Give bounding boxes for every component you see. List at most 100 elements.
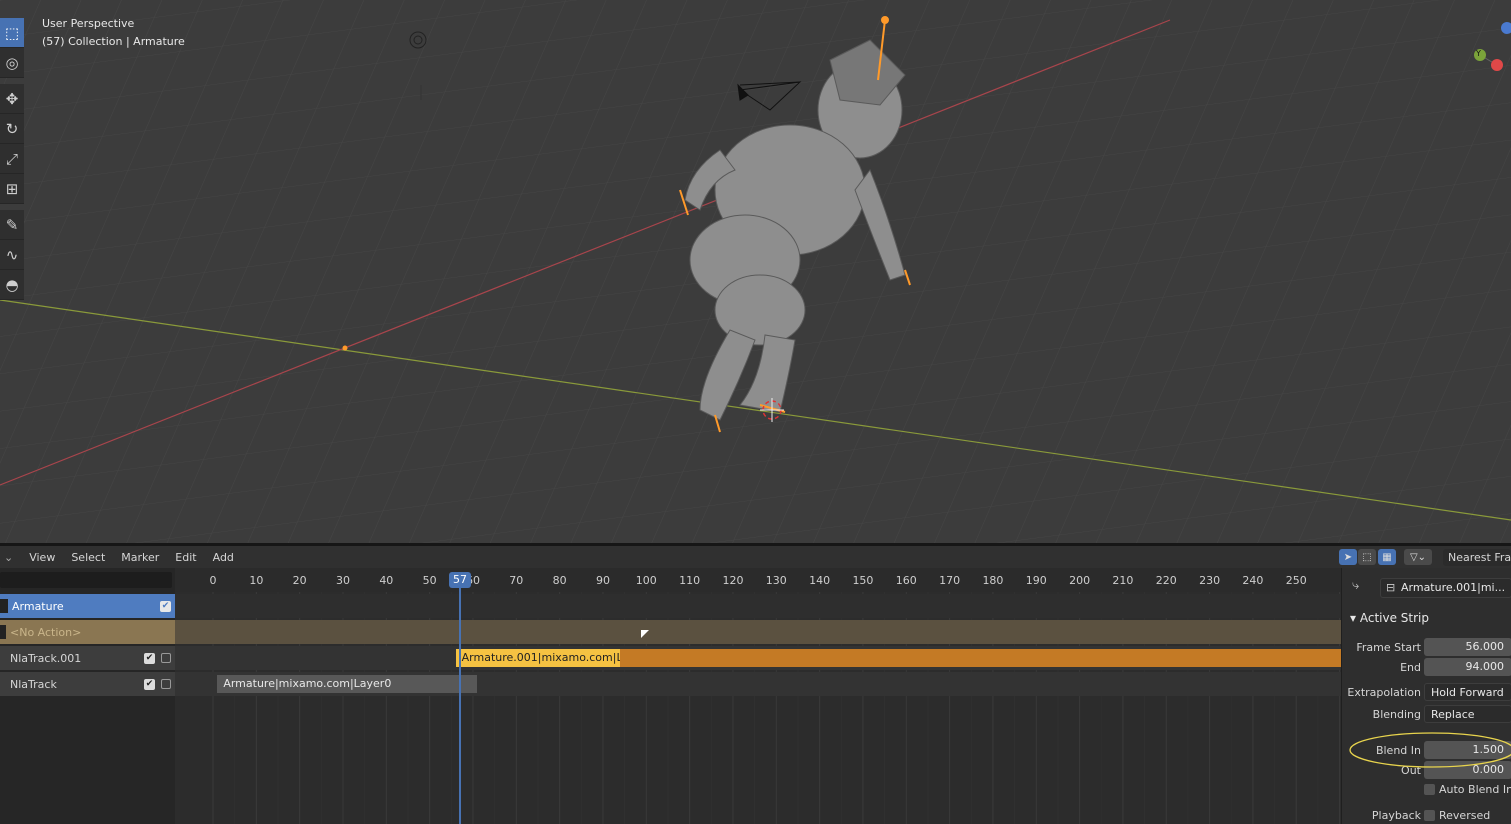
ruler-tick-label: 40 [379, 574, 394, 587]
ruler-tick-label: 0 [209, 574, 217, 587]
track-mute-checkbox[interactable]: ✔ [144, 652, 155, 664]
ruler-tick-label: 140 [809, 574, 831, 587]
ruler-tick-label: 80 [552, 574, 567, 587]
ruler-tick-label: 90 [595, 574, 610, 587]
playhead[interactable] [458, 580, 461, 824]
track-label: Armature [12, 599, 64, 613]
pointer-icon[interactable]: ➤ [1339, 549, 1357, 565]
ruler-tick-label: 200 [1069, 574, 1091, 587]
filter-funnel-icon[interactable]: ▽⌄ [1404, 549, 1432, 565]
auto-blend-label: Auto Blend In/ [1439, 783, 1511, 796]
lane-armature [175, 594, 1341, 618]
strip-armature-001[interactable]: Armature.001|mixamo.com|Layer [455, 649, 621, 667]
ruler-tick-label: 220 [1155, 574, 1177, 587]
move-icon[interactable]: ✥ [0, 84, 24, 114]
active-strip-selector[interactable]: Armature.001|mi... [1380, 578, 1511, 598]
ruler-tick-label: 20 [292, 574, 307, 587]
toolbar: ⬚ ◎ ✥ ↻ ⤢ ⊞ ✎ ∿ ◓ [0, 18, 24, 300]
active-strip-panel-header[interactable]: ▾ Active Strip [1350, 611, 1429, 625]
measure-icon[interactable]: ∿ [0, 240, 24, 270]
ruler-tick-label: 190 [1025, 574, 1047, 587]
menu-select[interactable]: Select [63, 551, 113, 564]
track-checkbox[interactable]: ✔ [160, 600, 171, 612]
lock-icon[interactable] [161, 653, 171, 663]
editor-type-chevron-icon[interactable]: ⌄ [0, 551, 21, 564]
ruler-tick-label: 10 [249, 574, 264, 587]
viewport-collection-label: (57) Collection | Armature [42, 35, 185, 48]
track-row-nlatrack-001[interactable]: NlaTrack.001 ✔ [0, 646, 175, 670]
track-list: Armature ✔ <No Action> NlaTrack.001 ✔ Nl… [0, 592, 175, 824]
menu-marker[interactable]: Marker [113, 551, 167, 564]
snap-mode-dropdown[interactable]: Nearest Fra [1443, 549, 1511, 566]
strip-armature[interactable]: Armature|mixamo.com|Layer0 [217, 675, 478, 693]
properties-sidebar: ⤷ Armature.001|mi... ⊟ ▾ Active Strip Fr… [1341, 568, 1511, 824]
track-row-nlatrack[interactable]: NlaTrack ✔ [0, 672, 175, 696]
scale-icon[interactable]: ⤢ [0, 144, 24, 174]
frame-start-label: Frame Start [1356, 641, 1421, 654]
extrapolation-dropdown[interactable]: Hold Forward [1424, 683, 1511, 701]
origin-dot [342, 345, 348, 351]
frame-start-field[interactable]: 56.000 [1424, 638, 1511, 656]
nla-header: ⌄ View Select Marker Edit Add [0, 546, 1511, 568]
ruler-tick-label: 250 [1285, 574, 1307, 587]
mouse-cursor-icon [641, 630, 649, 638]
ruler-tick-label: 30 [335, 574, 350, 587]
viewport-grid [0, 0, 1511, 543]
annotate-icon[interactable]: ✎ [0, 210, 24, 240]
annotation-ellipse [1349, 732, 1511, 768]
menu-view[interactable]: View [21, 551, 63, 564]
end-label: End [1400, 661, 1421, 674]
auto-blend-checkbox[interactable] [1424, 784, 1435, 795]
ruler-tick-label: 160 [895, 574, 917, 587]
ruler-tick-label: 170 [939, 574, 961, 587]
3d-viewport[interactable]: User Perspective (57) Collection | Armat… [0, 0, 1511, 543]
ruler-tick-label: 240 [1242, 574, 1264, 587]
armature-icon [0, 599, 8, 613]
transform-icon[interactable]: ⊞ [0, 174, 24, 204]
extrapolation-label: Extrapolation [1347, 686, 1421, 699]
channel-search-input[interactable] [0, 572, 172, 588]
reversed-checkbox[interactable] [1424, 810, 1435, 821]
blending-label: Blending [1372, 708, 1421, 721]
ruler-tick-label: 130 [765, 574, 787, 587]
ruler-tick-label: 70 [509, 574, 524, 587]
reversed-label: Reversed [1439, 809, 1491, 822]
ruler-tick-label: 210 [1112, 574, 1134, 587]
track-row-armature[interactable]: Armature ✔ [0, 594, 175, 618]
track-label: NlaTrack.001 [10, 651, 82, 665]
selection-filter-icon[interactable]: ▦ [1378, 549, 1396, 565]
timeline-ruler[interactable]: 0 10 20 30 40 50 60 70 80 90 100 110 120 130 140 150 160… [175, 568, 1341, 592]
panel-collapse-icon: ▾ [1350, 611, 1357, 625]
gizmo-y-label: Y [1476, 49, 1481, 58]
select-box-icon[interactable]: ⬚ [0, 18, 24, 48]
strip-icon: ⊟ [1386, 581, 1396, 594]
track-row-no-action[interactable]: <No Action> [0, 620, 175, 644]
rotate-icon[interactable]: ↻ [0, 114, 24, 144]
lock-icon[interactable] [161, 679, 171, 689]
action-icon [0, 625, 6, 639]
ruler-tick-label: 120 [722, 574, 744, 587]
frame-end-field[interactable]: 94.000 [1424, 658, 1511, 676]
ruler-tick-label: 100 [635, 574, 657, 587]
ruler-tick-label: 150 [852, 574, 874, 587]
ruler-tick-label: 180 [982, 574, 1004, 587]
ruler-tick-label: 230 [1199, 574, 1221, 587]
track-mute-checkbox[interactable]: ✔ [144, 678, 155, 690]
blending-dropdown[interactable]: Replace [1424, 705, 1511, 723]
menu-edit[interactable]: Edit [167, 551, 204, 564]
track-label: <No Action> [10, 625, 82, 639]
select-box-filter-icon[interactable]: ⬚ [1358, 549, 1376, 565]
add-cube-icon[interactable]: ◓ [0, 270, 24, 300]
viewport-perspective-label: User Perspective [42, 17, 135, 30]
ruler-tick-label: 50 [422, 574, 437, 587]
strip-hold-extension [620, 649, 1341, 667]
playback-label: Playback [1371, 809, 1421, 822]
nla-strip-area[interactable]: Armature.001|mixamo.com|Layer Armature|m… [175, 592, 1341, 824]
strip-link-icon: ⤷ [1352, 578, 1360, 593]
menu-add[interactable]: Add [205, 551, 242, 564]
track-label: NlaTrack [10, 677, 57, 691]
ruler-tick-label: 110 [679, 574, 701, 587]
cursor-icon[interactable]: ◎ [0, 48, 24, 78]
lane-no-action [175, 620, 1341, 644]
panel-title: Active Strip [1359, 611, 1429, 625]
